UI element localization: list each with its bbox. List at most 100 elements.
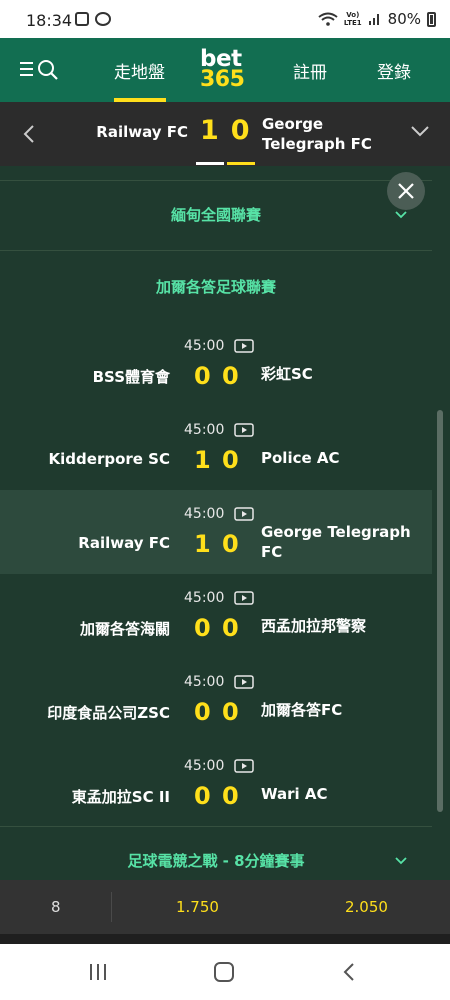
away-team: 西孟加拉邦警察 (261, 617, 367, 635)
lte-indicator: Vo) LTE1 (343, 11, 362, 27)
login-button[interactable]: 登錄 (377, 58, 411, 83)
away-score: 0 (222, 614, 239, 642)
notification-icons (75, 12, 111, 26)
recent-apps-icon[interactable] (88, 962, 108, 982)
away-score: 0 (222, 530, 239, 558)
match-row[interactable]: 45:00 加爾各答海關 00 西孟加拉邦警察 (0, 574, 432, 658)
divider (0, 250, 432, 251)
competition-header[interactable]: 緬甸全國聯賽 (0, 204, 432, 225)
match-time: 45:00 (184, 590, 225, 606)
battery-percentage: 80% (387, 10, 421, 28)
match-time: 45:00 (184, 506, 225, 522)
register-button[interactable]: 註冊 (293, 58, 327, 83)
search-icon (38, 60, 58, 80)
current-away-score: 0 (230, 115, 262, 146)
current-score: 10 (200, 115, 262, 146)
away-score-underline (227, 162, 255, 165)
video-icon[interactable] (234, 339, 254, 353)
back-icon[interactable] (341, 962, 357, 982)
logo-text-bottom: 365 (200, 67, 245, 92)
away-team: Wari AC (261, 785, 328, 803)
away-score: 0 (222, 446, 239, 474)
away-team: George Telegraph FC (261, 523, 411, 561)
score: 10 (194, 446, 239, 474)
away-score: 0 (222, 698, 239, 726)
scrollbar[interactable] (437, 410, 443, 812)
home-score: 0 (194, 782, 211, 810)
match-time: 45:00 (184, 422, 225, 438)
match-row-selected[interactable]: 45:00 Railway FC 10 George Telegraph FC (0, 490, 432, 574)
menu-search-button[interactable] (18, 58, 62, 82)
chevron-down-icon[interactable] (394, 856, 408, 866)
divider (0, 826, 432, 827)
close-button[interactable] (387, 172, 425, 210)
markets-count[interactable]: 8 (51, 898, 61, 916)
back-chevron-icon[interactable] (22, 123, 36, 145)
close-icon (398, 183, 414, 199)
home-score-underline (196, 162, 224, 165)
divider (111, 892, 112, 922)
home-score: 1 (194, 530, 211, 558)
home-score: 0 (194, 614, 211, 642)
competition-name: 加爾各答足球聯賽 (155, 278, 276, 296)
odds-bar-bottom (0, 934, 450, 944)
match-row[interactable]: 45:00 BSS體育會 00 彩虹SC (0, 322, 432, 406)
current-away-team: George Telegraph FC (262, 115, 372, 153)
score: 00 (194, 362, 239, 390)
competition-name: 緬甸全國聯賽 (170, 206, 261, 224)
battery-icon (427, 11, 436, 27)
current-home-score: 1 (200, 115, 231, 146)
video-icon[interactable] (234, 423, 254, 437)
competition-name: 足球電競之戰 - 8分鐘賽事 (127, 852, 305, 870)
video-icon[interactable] (234, 507, 254, 521)
match-time: 45:00 (184, 758, 225, 774)
home-team: 加爾各答海關 (79, 620, 170, 638)
home-score: 0 (194, 362, 211, 390)
status-bar: 18:34 Vo) LTE1 80% (0, 0, 450, 38)
away-team: 彩虹SC (261, 365, 313, 383)
home-team: Kidderpore SC (48, 450, 170, 468)
home-team: Railway FC (78, 534, 170, 552)
signal-icon (368, 14, 379, 25)
gallery-notification-icon (75, 12, 89, 26)
home-team: BSS體育會 (92, 368, 170, 386)
tab-live[interactable]: 走地盤 (114, 58, 165, 83)
video-icon[interactable] (234, 759, 254, 773)
match-time: 45:00 (184, 674, 225, 690)
away-score: 0 (222, 782, 239, 810)
home-score: 0 (194, 698, 211, 726)
status-time: 18:34 (26, 11, 73, 30)
system-navigation (0, 944, 450, 1000)
home-team: 印度食品公司ZSC (47, 704, 170, 722)
competition-header[interactable]: 足球電競之戰 - 8分鐘賽事 (0, 850, 432, 871)
score: 10 (194, 530, 239, 558)
away-team: 加爾各答FC (261, 701, 343, 719)
bet365-logo[interactable]: bet 365 (200, 48, 252, 92)
dropdown-chevron-icon[interactable] (410, 124, 430, 138)
odds-away[interactable]: 2.050 (345, 898, 388, 916)
score: 00 (194, 614, 239, 642)
divider (0, 180, 432, 181)
score: 00 (194, 698, 239, 726)
match-row[interactable]: 45:00 印度食品公司ZSC 00 加爾各答FC (0, 658, 432, 742)
match-row[interactable]: 45:00 東孟加拉SC II 00 Wari AC (0, 742, 432, 826)
menu-icon (20, 62, 33, 76)
video-icon[interactable] (234, 675, 254, 689)
video-icon[interactable] (234, 591, 254, 605)
away-team: Police AC (261, 449, 340, 467)
match-list: 緬甸全國聯賽 加爾各答足球聯賽 45:00 BSS體育會 00 彩虹SC 45:… (0, 166, 450, 880)
top-navigation: 走地盤 bet 365 註冊 登錄 (0, 38, 450, 102)
away-score: 0 (222, 362, 239, 390)
odds-bar: 8 1.750 2.050 (0, 880, 450, 934)
home-score: 1 (194, 446, 211, 474)
chevron-down-icon[interactable] (394, 210, 408, 220)
competition-header[interactable]: 加爾各答足球聯賽 (0, 276, 432, 297)
home-team: 東孟加拉SC II (71, 788, 170, 806)
match-row[interactable]: 45:00 Kidderpore SC 10 Police AC (0, 406, 432, 490)
match-time: 45:00 (184, 338, 225, 354)
current-match-bar: Railway FC 10 George Telegraph FC (0, 102, 450, 166)
odds-home[interactable]: 1.750 (176, 898, 219, 916)
score: 00 (194, 782, 239, 810)
app-notification-icon (95, 12, 111, 26)
home-icon[interactable] (213, 962, 235, 982)
